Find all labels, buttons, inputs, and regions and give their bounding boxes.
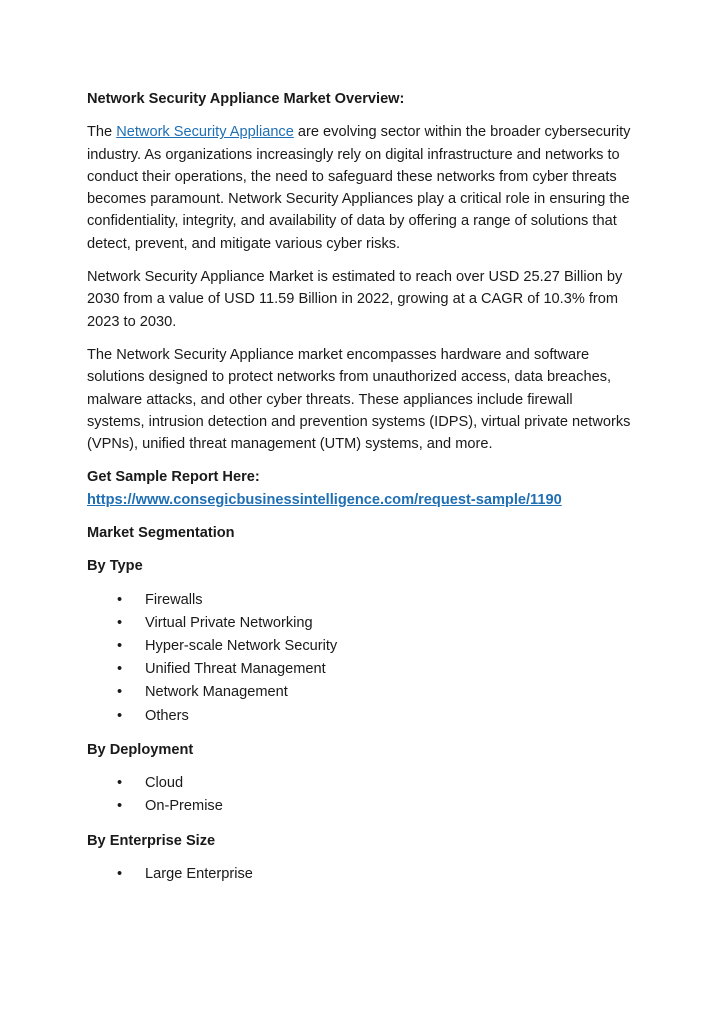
by-enterprise-size-heading: By Enterprise Size	[87, 832, 216, 849]
list-item: Virtual Private Networking	[117, 612, 633, 635]
list-item: Unified Threat Management	[117, 658, 633, 681]
by-enterprise-size-list: Large Enterprise	[87, 863, 633, 886]
list-item: On-Premise	[117, 795, 633, 818]
list-item: Others	[117, 705, 633, 728]
market-scope-paragraph: The Network Security Appliance market en…	[87, 346, 631, 453]
sample-report-block: Get Sample Report Here: https://www.cons…	[87, 466, 633, 511]
intro-text-after-link: are evolving sector within the broader c…	[87, 124, 631, 252]
sample-report-url-link[interactable]: https://www.consegicbusinessintelligence…	[87, 492, 562, 508]
page-title: Network Security Appliance Market Overvi…	[87, 91, 405, 107]
by-type-heading: By Type	[87, 558, 143, 575]
document-page: Network Security Appliance Market Overvi…	[0, 0, 720, 1018]
document-content: Network Security Appliance Market Overvi…	[87, 88, 633, 886]
market-value-paragraph: Network Security Appliance Market is est…	[87, 269, 623, 330]
list-item: Network Management	[117, 681, 633, 704]
intro-text-before-link: The	[87, 124, 117, 141]
by-deployment-list: Cloud On-Premise	[87, 772, 633, 819]
sample-report-label: Get Sample Report Here:	[87, 469, 260, 486]
by-type-list: Firewalls Virtual Private Networking Hyp…	[87, 589, 633, 728]
intro-paragraph: The Network Security Appliance are evolv…	[87, 121, 633, 255]
list-item: Hyper-scale Network Security	[117, 635, 633, 658]
by-deployment-heading: By Deployment	[87, 741, 194, 758]
list-item: Firewalls	[117, 589, 633, 612]
market-segmentation-heading: Market Segmentation	[87, 525, 235, 542]
network-security-appliance-link[interactable]: Network Security Appliance	[116, 124, 294, 140]
list-item: Large Enterprise	[117, 863, 633, 886]
list-item: Cloud	[117, 772, 633, 795]
